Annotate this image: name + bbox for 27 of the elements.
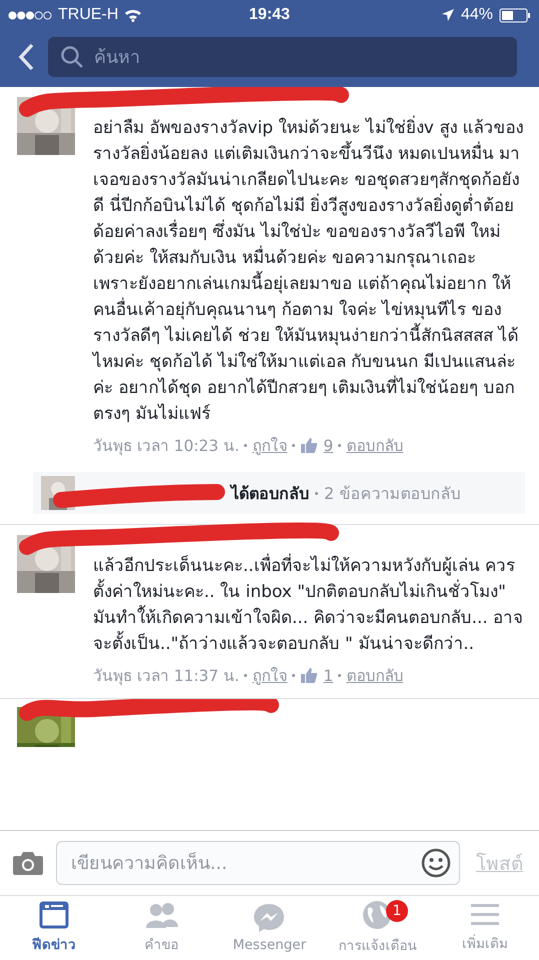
reply-link[interactable]: ตอบกลับ xyxy=(346,433,404,458)
reply-count: 2 ข้อความตอบกลับ xyxy=(324,482,460,504)
tab-bar-item[interactable]: การแจ้งเตือน 1 xyxy=(323,896,432,960)
like-link[interactable]: ถูกใจ xyxy=(252,433,288,458)
reply-author-text: ได้ตอบกลับ xyxy=(231,482,309,504)
like-link[interactable]: ถูกใจ xyxy=(252,663,288,688)
replies-summary[interactable]: ได้ตอบกลับ 2 ข้อความตอบกลับ xyxy=(33,472,525,514)
battery-percent: 44% xyxy=(460,6,493,24)
comment-time: วันพุธ เวลา 10:23 น. xyxy=(93,436,240,458)
comment-field[interactable]: เขียนความคิดเห็น... xyxy=(69,852,421,874)
tab-bar-item[interactable]: ฟีดข่าว xyxy=(0,896,108,960)
comment-time: วันพุธ เวลา 11:37 น. xyxy=(93,666,240,688)
clock: 19:43 xyxy=(249,6,290,24)
notification-badge: 1 xyxy=(386,900,408,922)
like-count[interactable]: 1 xyxy=(323,666,334,684)
like-count[interactable]: 9 xyxy=(323,436,334,454)
carrier-name: TRUE-H xyxy=(58,6,118,24)
comment-text: แล้วอีกประเด็นนะคะ..เพื่อที่จะไม่ให้ความหวังกับผู้เล่น ควรตั้งค่าใหม่นะคะ.. ใน inbox "ปกติตอบกลับไม่เกินชั่วโมง" มันทำใ้ห้เกิดความเข้าใจผิด... คิดว่าจะมีคนตอบกลับ... อาจจะตั้งเป็น.."ถ้าว่างแล้วจะตอบกลับ " มันน่าจะดีกว่า.. xyxy=(93,553,525,657)
comment-text: อย่าลืม อัพของรางวัลvip ใหม่ด้วยนะ ไม่ใช่ยิ่งv สูง แล้วของรางวัลยิ่งน้อยลง แต่เติมเงินกว่าจะขึ้นวีนึง หมดเปนหมื่น มาเจอของรางวัลมันน่าเกลียดไปนะคะ ขอชุดสวยๆสักชุดก้อยังดี นี่ปีกก้อบินไม่ได้ ชุดก้อไม่มี ยิ่งวีสูงของรางวัลยิ่งดูต่ำต้อยด้อยค่าลงเรื่อยๆ ซึ่งมัน ไม่ใช่ป่ะ ขอของรางวัลวีไอพี ใหม่ด้วยค่ะ ให้สมกับเงิน หมื่นด้วยค่ะ ขอความกรุณาเถอะ เพราะยังอยากเล่นเกมนี้อยุ่เลยมาขอ แต่ถ้าคุณไม่อยาก ให้คนอื่นเค้าอยุ่กับคุณนานๆ ก้อตาม ใจค่ะ ไข่หมุนทีไร ของรางวัลดีๆ ไม่เคยได้ ช่วย ให้มันหมุนง่ายกว่านี้สักนิสสสส ได้ไหมค่ะ ชุดก้อได้ ไม่ใช่ให้มาแต่เอล กับขนนก มีเปนแสนล่ะค่ะ อยากได้ชุด อยากได้ปีกสวยๆ เติมเงินที่ไม่ใช่น้อยๆ บอกตรงๆ มันไม่แฟร์ xyxy=(93,115,525,427)
reply-link[interactable]: ตอบกลับ xyxy=(346,663,404,688)
post-button[interactable]: โพสต์ xyxy=(472,848,527,878)
search-bar[interactable]: ค้นหา xyxy=(48,37,517,77)
comment-box[interactable]: เขียนความคิดเห็น... xyxy=(56,841,460,885)
tab-bar-item[interactable]: เพิ่มเติม xyxy=(431,896,539,960)
tab-bar-item[interactable]: Messenger xyxy=(216,896,324,960)
search-field[interactable]: ค้นหา xyxy=(92,46,505,68)
tab-bar-item[interactable]: คำขอ xyxy=(108,896,216,960)
